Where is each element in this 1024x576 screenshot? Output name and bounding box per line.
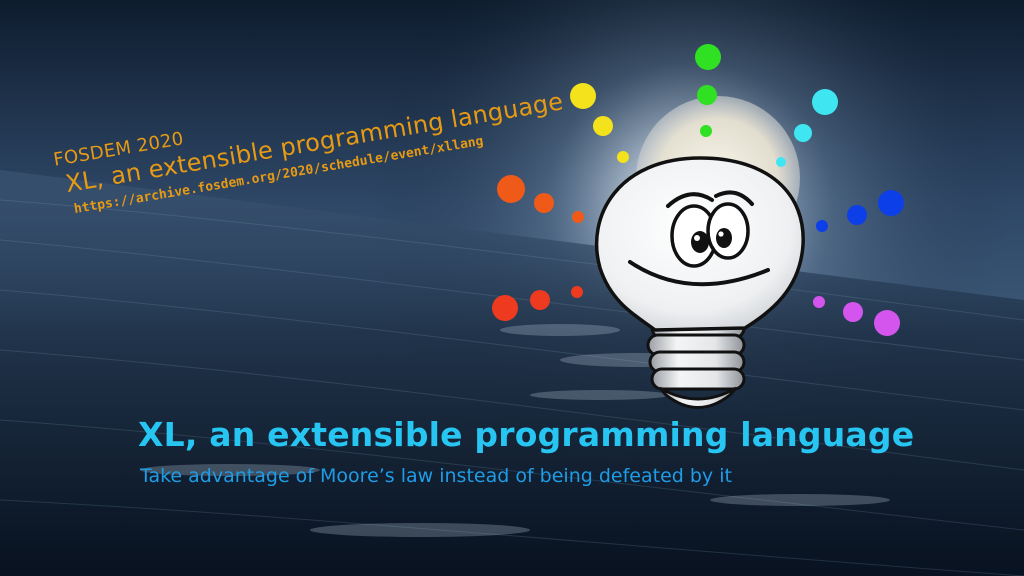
main-title: XL, an extensible programming language [138,415,915,454]
tagline: Take advantage of Moore’s law instead of… [140,465,732,487]
